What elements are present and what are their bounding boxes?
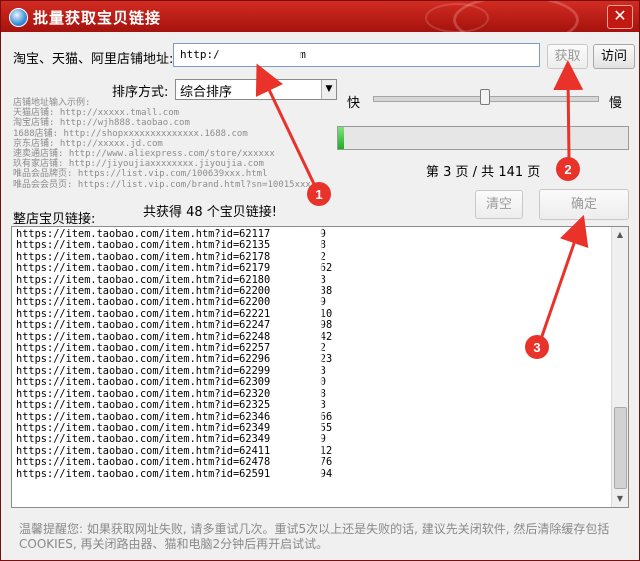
clear-button[interactable]: 清空	[475, 190, 523, 219]
progress-fill	[338, 127, 345, 149]
url-examples: 店铺地址输入示例: 天猫店铺: http://xxxxx.tmall.com 淘宝店…	[13, 98, 343, 190]
results-label: 整店宝贝链接:	[13, 212, 96, 227]
window-title: 批量获取宝贝链接	[33, 9, 162, 27]
example-line: 玖有家店铺: http://jiyoujiaxxxxxxxx.jiyoujia.…	[13, 159, 264, 170]
scroll-thumb[interactable]	[614, 407, 627, 489]
example-line: 店铺地址输入示例:	[13, 98, 91, 108]
title-decoration-small	[425, 3, 489, 32]
visit-button[interactable]: 访问	[593, 44, 635, 69]
title-bar[interactable]: 批量获取宝贝链接 ✕	[1, 1, 639, 32]
annotation-badge-2-label: 2	[564, 162, 571, 177]
results-textarea[interactable]: https://item.taobao.com/item.htm?id=6211…	[11, 226, 629, 508]
close-button[interactable]: ✕	[607, 5, 633, 29]
app-window: 批量获取宝贝链接 ✕ 淘宝、天猫、阿里店铺地址: http:// .taobao…	[0, 0, 640, 561]
confirm-button[interactable]: 确定	[539, 189, 629, 220]
example-line: 天猫店铺: http://xxxxx.tmall.com	[13, 108, 180, 119]
sort-select[interactable]: 综合排序 ▼	[175, 79, 337, 100]
fetch-button[interactable]: 获取	[547, 44, 588, 69]
results-scrollbar[interactable]: ▲ ▼	[611, 227, 628, 507]
example-line: 淘宝店铺: http://wjh888.taobao.com	[13, 118, 190, 129]
scroll-down-arrow-icon[interactable]: ▼	[614, 493, 626, 505]
progress-bar	[337, 126, 629, 150]
page-indicator: 第 3 页 / 共 141 页	[426, 165, 541, 180]
blur-mask	[219, 48, 301, 62]
example-line: 唯品会会员页: https://list.vip.com/brand.html?…	[13, 179, 311, 190]
warm-tip: 温馨提醒您: 如果获取网址失败, 请多重试几次。重试5次以上还是失败的话, 建议…	[19, 522, 610, 551]
app-globe-icon	[9, 8, 28, 27]
example-line: 1688店铺: http://shopxxxxxxxxxxxxxx.1688.c…	[13, 128, 248, 139]
results-summary: 共获得 48 个宝贝链接!	[143, 205, 278, 220]
chevron-down-icon[interactable]: ▼	[321, 80, 336, 99]
example-line: 唯品会品牌页: https://list.vip.com/100639xxx.h…	[13, 169, 268, 180]
scroll-up-arrow-icon[interactable]: ▲	[614, 229, 626, 241]
blur-mask	[284, 227, 322, 497]
speed-slow-label: 慢	[609, 96, 623, 111]
speed-slider-thumb[interactable]	[480, 89, 490, 105]
example-line: 速卖通店铺: http://www.aliexpress.com/store/x…	[13, 149, 275, 160]
shop-url-label: 淘宝、天猫、阿里店铺地址:	[13, 52, 174, 67]
speed-fast-label: 快	[347, 96, 361, 111]
example-line: 京东店铺: http://xxxxx.jd.com	[13, 138, 163, 149]
annotation-badge-2	[556, 157, 580, 181]
